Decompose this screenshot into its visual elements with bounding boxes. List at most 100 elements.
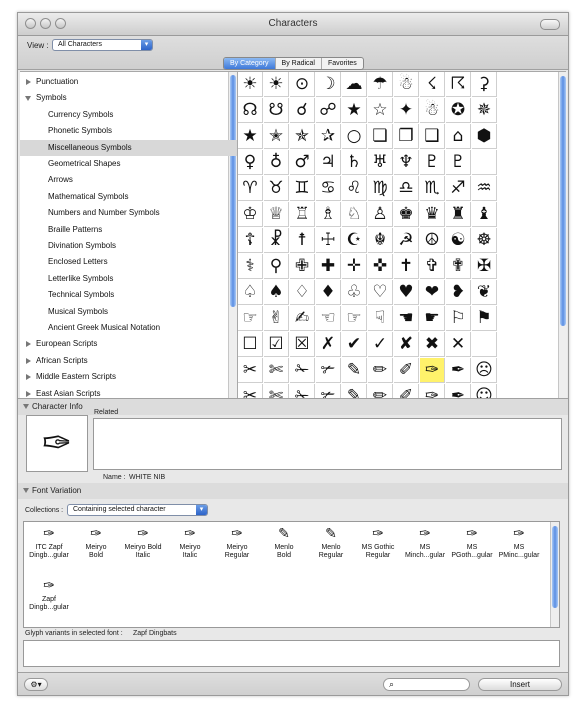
category-item[interactable]: Punctuation (20, 74, 237, 90)
character-cell[interactable]: ✝ (394, 254, 419, 279)
character-cell[interactable]: ⊙ (290, 72, 315, 97)
category-item[interactable]: African Scripts (20, 353, 237, 369)
character-cell[interactable]: ♤ (238, 280, 263, 305)
character-cell[interactable]: ☑ (264, 332, 289, 357)
disclosure-triangle-icon[interactable] (23, 404, 29, 412)
category-item[interactable]: Musical Symbols (20, 304, 237, 320)
character-cell[interactable]: ♅ (368, 150, 393, 175)
character-cell[interactable]: ☌ (290, 98, 315, 123)
character-cell[interactable]: ⚐ (446, 306, 471, 331)
character-cell[interactable]: ✙ (290, 254, 315, 279)
character-cell[interactable]: ⚲ (264, 254, 289, 279)
category-item[interactable]: Braille Patterns (20, 222, 237, 238)
character-cell[interactable]: ♝ (472, 202, 497, 227)
character-cell[interactable]: ✐ (394, 358, 419, 383)
character-cell[interactable]: ♇ (420, 150, 445, 175)
font-variation-item[interactable]: ✑ Zapf Dingb...gular (26, 576, 72, 623)
character-cell[interactable]: ☆ (368, 98, 393, 123)
character-cell[interactable]: ☀ (264, 72, 289, 97)
category-item[interactable]: Middle Eastern Scripts (20, 369, 237, 385)
font-variation-item[interactable]: ✑ MS Minch...gular (402, 524, 448, 571)
disclosure-triangle-icon[interactable] (26, 390, 31, 397)
font-scrollbar[interactable] (550, 522, 559, 627)
font-variation-item[interactable]: ✑ Meiryo Italic (167, 524, 213, 571)
character-scroll-thumb[interactable] (560, 76, 566, 326)
character-cell[interactable]: ☛ (420, 306, 445, 331)
character-cell[interactable]: ♙ (368, 202, 393, 227)
insert-button[interactable]: Insert (478, 678, 562, 691)
character-cell[interactable]: ♄ (342, 150, 367, 175)
character-cell[interactable]: ✍ (290, 306, 315, 331)
toolbar-toggle-button[interactable] (540, 19, 560, 30)
tab-favorites[interactable]: Favorites (322, 58, 363, 69)
character-cell[interactable]: ♕ (264, 202, 289, 227)
character-cell[interactable]: ✟ (446, 254, 471, 279)
character-cell[interactable]: ❑ (420, 124, 445, 149)
character-cell[interactable]: ☃ (420, 98, 445, 123)
character-cell[interactable]: ★ (342, 98, 367, 123)
character-cell[interactable]: ✜ (368, 254, 393, 279)
character-cell[interactable]: ♡ (368, 280, 393, 305)
character-cell[interactable]: ☪ (342, 228, 367, 253)
character-cell[interactable]: ⌂ (446, 124, 471, 149)
gear-icon[interactable]: ⚙▾ (24, 678, 48, 691)
category-item[interactable]: Currency Symbols (20, 107, 237, 123)
font-variation-item[interactable]: ✎ Menlo Bold (261, 524, 307, 571)
character-cell[interactable]: ☍ (316, 98, 341, 123)
character-cell[interactable]: ♐ (446, 176, 471, 201)
character-cell[interactable]: ★ (238, 124, 263, 149)
character-cell[interactable]: ✘ (394, 332, 419, 357)
character-cell[interactable]: ☐ (238, 332, 263, 357)
disclosure-triangle-icon[interactable] (25, 96, 31, 104)
character-cell[interactable]: ☬ (368, 228, 393, 253)
character-cell[interactable]: ♗ (316, 202, 341, 227)
character-cell[interactable]: ♧ (342, 280, 367, 305)
character-cell[interactable]: ✔ (342, 332, 367, 357)
character-cell[interactable]: ♆ (394, 150, 419, 175)
character-cell[interactable]: ♂ (290, 150, 315, 175)
character-cell[interactable]: ✃ (316, 358, 341, 383)
character-cell[interactable]: ♋ (316, 176, 341, 201)
character-cell[interactable]: ☋ (264, 98, 289, 123)
disclosure-triangle-icon[interactable] (26, 341, 31, 348)
character-cell[interactable]: ❦ (472, 280, 497, 305)
category-item[interactable]: Symbols (20, 90, 237, 106)
character-cell[interactable]: ✕ (446, 332, 471, 357)
character-cell[interactable]: ✛ (342, 254, 367, 279)
character-cell[interactable]: ❥ (446, 280, 471, 305)
category-item[interactable]: Ancient Greek Musical Notation (20, 320, 237, 336)
character-cell[interactable]: ✯ (290, 124, 315, 149)
character-cell[interactable]: ☇ (420, 72, 445, 97)
category-item[interactable]: Mathematical Symbols (20, 189, 237, 205)
character-cell[interactable]: ☃ (394, 72, 419, 97)
category-item[interactable]: Technical Symbols (20, 287, 237, 303)
font-variation-item[interactable]: ✑ MS PMinc...gular (496, 524, 542, 571)
character-cell[interactable]: ♚ (394, 202, 419, 227)
category-item[interactable]: Geometrical Shapes (20, 156, 237, 172)
character-cell[interactable]: ☂ (368, 72, 393, 97)
character-cell[interactable]: ♉ (264, 176, 289, 201)
character-cell[interactable]: ✖ (420, 332, 445, 357)
character-cell[interactable]: ♦ (316, 280, 341, 305)
font-variation-item[interactable]: ✑ MS PGoth...gular (449, 524, 495, 571)
category-item[interactable]: Divination Symbols (20, 238, 237, 254)
character-cell[interactable]: ✂ (238, 358, 263, 383)
character-cell[interactable]: ☮ (420, 228, 445, 253)
font-variation-item[interactable]: ✎ Menlo Regular (308, 524, 354, 571)
character-cell[interactable]: ❏ (368, 124, 393, 149)
character-cell[interactable]: ✞ (420, 254, 445, 279)
font-variation-item[interactable]: ✑ Meiryo Regular (214, 524, 260, 571)
character-cell[interactable]: ♔ (238, 202, 263, 227)
character-cell[interactable]: ☀ (238, 72, 263, 97)
character-cell[interactable]: ❤ (420, 280, 445, 305)
character-cell[interactable]: ♠ (264, 280, 289, 305)
tab-by-radical[interactable]: By Radical (276, 58, 322, 69)
character-cell[interactable]: ♀ (238, 150, 263, 175)
character-cell[interactable]: ⚑ (472, 306, 497, 331)
character-cell[interactable]: ♈ (238, 176, 263, 201)
character-cell[interactable]: ☚ (394, 306, 419, 331)
character-cell[interactable]: ☯ (446, 228, 471, 253)
character-cell[interactable]: ☟ (368, 306, 393, 331)
character-cell[interactable]: ⬢ (472, 124, 497, 149)
category-item[interactable]: Numbers and Number Symbols (20, 205, 237, 221)
